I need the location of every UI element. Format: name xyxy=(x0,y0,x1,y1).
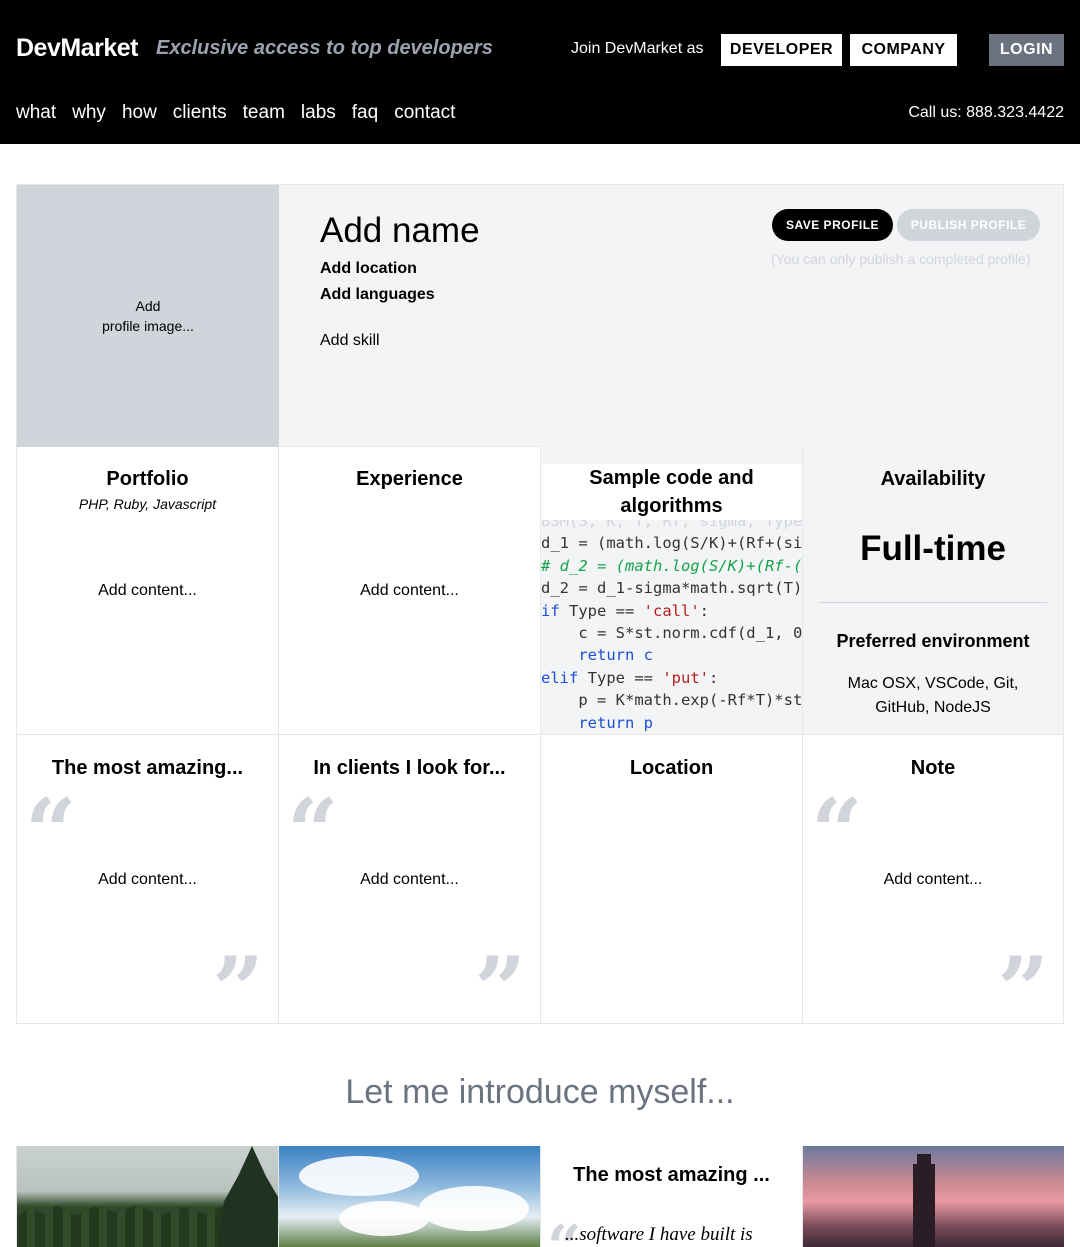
clients-title: In clients I look for... xyxy=(313,757,506,779)
sunset-city-photo[interactable] xyxy=(802,1146,1064,1247)
nav-contact[interactable]: contact xyxy=(394,102,455,124)
sample-code-title: Sample code and algorithms xyxy=(541,464,802,520)
tower xyxy=(913,1164,935,1247)
publish-note: (You can only publish a completed profil… xyxy=(771,251,1031,267)
experience-title: Experience xyxy=(356,468,463,490)
login-button[interactable]: LOGIN xyxy=(989,34,1064,66)
location-card[interactable]: Location xyxy=(540,735,802,1024)
most-amazing-card[interactable]: The most amazing... “ Add content... ” xyxy=(16,735,278,1024)
portfolio-title: Portfolio xyxy=(106,468,189,490)
nav-how[interactable]: how xyxy=(122,102,157,124)
profile-languages[interactable]: Add languages xyxy=(320,286,435,304)
most-amazing-add-content[interactable]: Add content... xyxy=(17,871,278,889)
code-snippet: BSM(S, K, T, Rf, sigma, Type d_1 = (math… xyxy=(541,510,802,734)
code-line: p = K*math.exp(-Rf*T)*st xyxy=(541,691,802,710)
intro-card-title: The most amazing ... xyxy=(573,1164,770,1186)
code-line: if Type == 'call': xyxy=(541,601,710,620)
location-title: Location xyxy=(629,757,714,779)
sky-photo[interactable] xyxy=(278,1146,540,1247)
portfolio-add-content[interactable]: Add content... xyxy=(17,582,278,600)
join-developer-button[interactable]: DEVELOPER xyxy=(721,34,842,66)
preferred-environment-title: Preferred environment xyxy=(836,631,1030,651)
intro-card-text: ...software I have built is xyxy=(565,1224,753,1245)
main-nav: what why how clients team labs faq conta… xyxy=(16,102,455,124)
profile-cards-grid: Portfolio PHP, Ruby, Javascript Add cont… xyxy=(16,446,1064,1024)
nav-why[interactable]: why xyxy=(72,102,106,124)
availability-title: Availability xyxy=(880,468,986,490)
nav-labs[interactable]: labs xyxy=(301,102,336,124)
profile-location[interactable]: Add location xyxy=(320,260,417,278)
close-quote-icon: ” xyxy=(997,937,1049,1024)
forest-photo[interactable] xyxy=(16,1146,278,1247)
code-line: return c xyxy=(541,646,653,665)
experience-card[interactable]: Experience Add content... xyxy=(278,446,540,735)
availability-value[interactable]: Full-time xyxy=(803,529,1063,569)
brand-logo[interactable]: DevMarket xyxy=(16,34,138,63)
join-text: Join DevMarket as xyxy=(571,40,704,57)
code-line: d_2 = d_1-sigma*math.sqrt(T) xyxy=(541,579,802,598)
intro-quote-card[interactable]: The most amazing ... “ ...software I hav… xyxy=(540,1146,802,1247)
clients-add-content[interactable]: Add content... xyxy=(279,871,540,889)
code-line: # d_2 = (math.log(S/K)+(Rf-( xyxy=(541,556,802,575)
cloud xyxy=(419,1186,529,1231)
clients-card[interactable]: In clients I look for... “ Add content..… xyxy=(278,735,540,1024)
nav-team[interactable]: team xyxy=(243,102,285,124)
intro-gallery: The most amazing ... “ ...software I hav… xyxy=(16,1146,1064,1247)
pine-tree xyxy=(217,1146,278,1247)
note-add-content[interactable]: Add content... xyxy=(803,871,1063,889)
publish-profile-button[interactable]: PUBLISH PROFILE xyxy=(897,209,1040,241)
join-company-button[interactable]: COMPANY xyxy=(850,34,957,66)
note-title: Note xyxy=(910,757,956,779)
sample-code-card[interactable]: Sample code and algorithms BSM(S, K, T, … xyxy=(540,446,802,735)
close-quote-icon: ” xyxy=(212,937,264,1024)
profile-image-label-2: profile image... xyxy=(102,318,194,334)
nav-what[interactable]: what xyxy=(16,102,56,124)
code-line: c = S*st.norm.cdf(d_1, 0 xyxy=(541,624,802,643)
open-quote-icon: “ xyxy=(287,779,339,885)
note-card[interactable]: Note “ Add content... ” xyxy=(802,735,1064,1024)
nav-faq[interactable]: faq xyxy=(352,102,378,124)
open-quote-icon: “ xyxy=(811,779,863,885)
save-profile-button[interactable]: SAVE PROFILE xyxy=(772,209,893,241)
profile-image-label-1: Add xyxy=(135,298,161,314)
divider xyxy=(819,602,1047,603)
close-quote-icon: ” xyxy=(474,937,526,1024)
phone-number[interactable]: Call us: 888.323.4422 xyxy=(908,104,1064,122)
profile-name[interactable]: Add name xyxy=(320,211,480,251)
profile-skill[interactable]: Add skill xyxy=(320,332,380,350)
intro-heading: Let me introduce myself... xyxy=(345,1073,735,1111)
profile-image-upload[interactable]: Add profile image... xyxy=(17,185,279,447)
portfolio-card[interactable]: Portfolio PHP, Ruby, Javascript Add cont… xyxy=(16,446,278,735)
most-amazing-title: The most amazing... xyxy=(51,757,244,779)
profile-header: Add profile image... Add name Add locati… xyxy=(16,184,1064,447)
top-header: DevMarket Exclusive access to top develo… xyxy=(0,0,1080,144)
cloud xyxy=(339,1201,429,1236)
brand-tagline: Exclusive access to top developers xyxy=(156,37,493,59)
code-line: elif Type == 'put': xyxy=(541,668,719,687)
code-line: return p xyxy=(541,713,653,732)
nav-clients[interactable]: clients xyxy=(173,102,227,124)
availability-card[interactable]: Availability Full-time Preferred environ… xyxy=(802,446,1064,735)
open-quote-icon: “ xyxy=(25,779,77,885)
cloud xyxy=(299,1156,419,1196)
experience-add-content[interactable]: Add content... xyxy=(279,582,540,600)
preferred-environment-text[interactable]: Mac OSX, VSCode, Git, GitHub, NodeJS xyxy=(833,672,1033,720)
portfolio-subtitle: PHP, Ruby, Javascript xyxy=(78,496,217,512)
code-line: d_1 = (math.log(S/K)+(Rf+(si xyxy=(541,534,802,553)
